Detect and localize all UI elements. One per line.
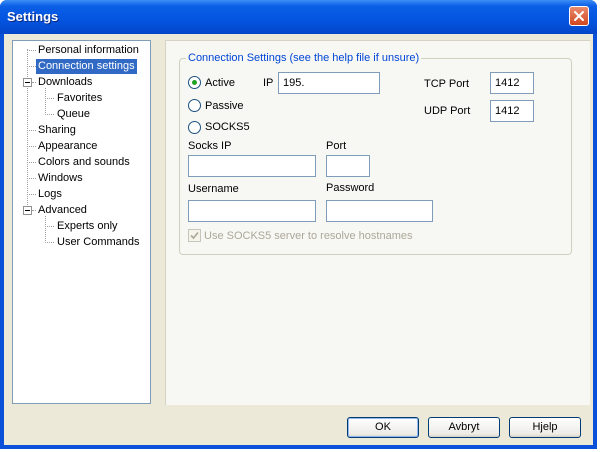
port-label: Port [326,140,347,152]
tree-line [45,242,54,243]
downloads-collapse-icon[interactable] [23,78,32,87]
advanced-collapse-icon[interactable] [23,206,32,215]
tree-item-downloads[interactable]: Downloads [36,75,94,90]
tcp-port-label: TCP Port [424,78,470,90]
passive-label[interactable]: Passive [205,100,244,112]
tree-item-colors-and-sounds[interactable]: Colors and sounds [36,155,132,170]
resolve-hostnames-label: Use SOCKS5 server to resolve hostnames [204,230,413,242]
tree-line [27,49,28,213]
connection-settings-panel [165,40,590,405]
tree-item-queue[interactable]: Queue [55,107,92,122]
passive-radio[interactable] [188,99,201,112]
ip-input[interactable] [278,72,380,94]
password-label: Password [326,182,375,194]
checkmark-icon [190,231,199,240]
active-label[interactable]: Active [205,77,235,89]
tree-line [27,50,36,51]
tcp-port-input[interactable] [490,72,534,94]
settings-window: Settings Personal information Connection… [0,0,597,449]
ok-button[interactable]: OK [347,417,419,438]
socks5-label[interactable]: SOCKS5 [205,121,250,133]
tree-item-personal-information[interactable]: Personal information [36,43,141,58]
tree-item-user-commands[interactable]: User Commands [55,235,142,250]
tree-item-favorites[interactable]: Favorites [55,91,104,106]
tree-line [27,146,36,147]
tree-line [45,216,46,243]
tree-line [27,178,36,179]
username-label: Username [188,183,239,195]
tree-item-windows[interactable]: Windows [36,171,85,186]
udp-port-input[interactable] [490,100,534,122]
title-bar[interactable]: Settings [0,0,597,34]
settings-tree[interactable]: Personal information Connection settings… [12,40,151,404]
tree-item-logs[interactable]: Logs [36,187,64,202]
tree-line [27,130,36,131]
socks-port-input[interactable] [326,155,370,177]
tree-item-experts-only[interactable]: Experts only [55,219,120,234]
tree-line [27,194,36,195]
username-input[interactable] [188,200,316,222]
tree-item-sharing[interactable]: Sharing [36,123,78,138]
help-button[interactable]: Hjelp [509,417,581,438]
socks5-radio[interactable] [188,121,201,134]
tree-line [27,162,36,163]
tree-line [45,98,54,99]
socks-ip-label: Socks IP [188,140,232,152]
tree-line [45,114,54,115]
tree-item-advanced[interactable]: Advanced [36,203,89,218]
udp-port-label: UDP Port [424,105,471,117]
tree-item-appearance[interactable]: Appearance [36,139,99,154]
dialog-body: Personal information Connection settings… [4,34,593,445]
resolve-hostnames-checkbox[interactable] [188,229,201,242]
tree-item-connection-settings[interactable]: Connection settings [36,59,137,74]
window-title: Settings [7,9,59,24]
close-button[interactable] [569,6,589,26]
connection-settings-legend: Connection Settings (see the help file i… [186,52,422,64]
tree-line [45,88,46,115]
socks-ip-input[interactable] [188,155,316,177]
active-radio[interactable] [188,76,201,89]
close-icon [574,11,584,21]
ip-label: IP [263,77,274,89]
tree-line [45,226,54,227]
cancel-button[interactable]: Avbryt [428,417,500,438]
password-input[interactable] [326,200,433,222]
tree-line [27,66,36,67]
